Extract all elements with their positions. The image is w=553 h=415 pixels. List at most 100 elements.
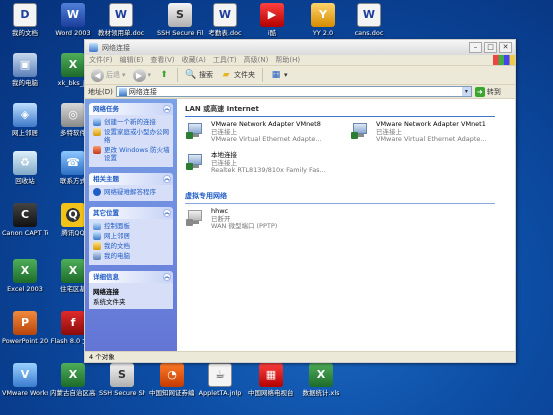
menu-bar: 文件(F) 编辑(E) 查看(V) 收藏(A) 工具(T) 高级(N) 帮助(H… (85, 55, 515, 66)
details-header[interactable]: 详细信息 ︽ (89, 271, 173, 283)
collapse-icon[interactable]: ︽ (163, 175, 171, 183)
place-my-documents[interactable]: 我的文档 (93, 242, 170, 250)
desktop-icon-shuzi[interactable]: X 数据统计.xls (298, 363, 344, 397)
task-label: 设置家庭或小型办公网络 (104, 128, 169, 144)
desktop-icon-label: 回收站 (15, 177, 35, 185)
place-label: 控制面板 (104, 222, 130, 230)
go-arrow-icon: ➜ (474, 86, 485, 97)
address-bar: 地址(D) 网络连接 ▾ ➜ 转到 (85, 85, 515, 99)
window-title: 网络连接 (102, 43, 130, 52)
new-connection-icon (93, 118, 101, 126)
menu-file[interactable]: 文件(F) (89, 55, 113, 65)
desktop-icon-vmware[interactable]: V VMware Workstation (2, 363, 48, 397)
windows-logo-icon (493, 55, 515, 65)
canon-printer-icon: C (13, 203, 37, 227)
desktop-icon-label: 内蒙古自治区高校信息化学... (50, 389, 96, 397)
network-places-icon (93, 232, 101, 240)
my-computer-icon: ▣ (13, 53, 37, 77)
menu-edit[interactable]: 编辑(E) (120, 55, 144, 65)
menu-favorites[interactable]: 收藏(A) (182, 55, 206, 65)
desktop-icon-excel2003[interactable]: X Excel 2003 (2, 259, 48, 293)
word-document-icon: W (213, 3, 237, 27)
task-firewall[interactable]: 更改 Windows 防火墙设置 (93, 146, 170, 162)
desktop-icon-jnlp[interactable]: ☕ AppletTA.jnlp (197, 363, 243, 397)
desktop-icon-label: 考勤表.doc (208, 29, 242, 37)
folders-button[interactable]: ▰ 文件夹 (218, 68, 257, 82)
maximize-button[interactable]: □ (484, 42, 497, 53)
views-button[interactable]: ▦ ▾ (268, 68, 290, 82)
jnlp-file-icon: ☕ (208, 363, 232, 387)
vpn-group-header: 虚拟专用网络 (185, 191, 495, 204)
menu-view[interactable]: 查看(V) (150, 55, 174, 65)
desktop-icon-cbox[interactable]: ▦ 中国网络电视台 CBox网络电视... (248, 363, 294, 397)
menu-advanced[interactable]: 高级(N) (244, 55, 269, 65)
connection-local-area[interactable]: 本地连接 已连接上 Realtek RTL8139/810x Family Fa… (185, 151, 350, 182)
desktop-icon-doc1[interactable]: W 教材领用单.doc (98, 3, 144, 37)
address-input[interactable]: 网络连接 ▾ (115, 86, 472, 97)
desktop-icon-label: Canon CAPT Tools (2, 229, 48, 237)
place-my-computer[interactable]: 我的电脑 (93, 252, 170, 260)
task-home-network[interactable]: 设置家庭或小型办公网络 (93, 128, 170, 144)
desktop-icon-ppt2003[interactable]: P PowerPoint 2003 (2, 311, 48, 345)
desktop-icon-canon[interactable]: C Canon CAPT Tools (2, 203, 48, 237)
network-tasks-header[interactable]: 网络任务 ︽ (89, 103, 173, 115)
desktop-icon-netnb[interactable]: ◈ 网上邻居 (2, 103, 48, 137)
cbox-icon: ▦ (259, 363, 283, 387)
views-icon: ▦ (271, 70, 281, 80)
word-document-icon: W (357, 3, 381, 27)
search-button[interactable]: 🔍 搜索 (183, 68, 215, 82)
go-button[interactable]: ➜ 转到 (474, 86, 501, 97)
go-label: 转到 (486, 87, 501, 96)
title-bar[interactable]: 网络连接 – □ ✕ (85, 40, 515, 55)
up-folder-icon: ⬆ (160, 70, 168, 80)
ssh-file-transfer-icon: S (168, 3, 192, 27)
desktop-icon-recycle[interactable]: ♻ 回收站 (2, 151, 48, 185)
desktop-icon-word2003[interactable]: W Word 2003 (50, 3, 96, 37)
desktop-icon-label: 我的文档 (12, 29, 38, 37)
connection-vmnet1[interactable]: VMware Network Adapter VMnet1 已连接上 VMwar… (350, 120, 515, 151)
up-button[interactable]: ⬆ (156, 68, 172, 82)
desktop-icon-mypc[interactable]: ▣ 我的电脑 (2, 53, 48, 87)
task-label: 创建一个新的连接 (104, 118, 156, 126)
network-connection-icon (350, 121, 372, 141)
menu-tools[interactable]: 工具(T) (213, 55, 237, 65)
other-places-header[interactable]: 其它位置 ︽ (89, 207, 173, 219)
forward-button[interactable]: ▶ ▾ (131, 68, 154, 83)
place-network-neighborhood[interactable]: 网上邻居 (93, 232, 170, 240)
desktop-icon-kugou[interactable]: ▶ i酷 (249, 3, 295, 37)
network-tasks-panel: 网络任务 ︽ 创建一个新的连接 设置家庭或小型办公网络 更改 Windows 防… (89, 103, 173, 167)
home-network-icon (93, 128, 101, 136)
back-arrow-icon: ◀ (91, 68, 104, 82)
task-label: 网络疑难解答程序 (104, 188, 156, 196)
desktop-icon-yy[interactable]: Y YY 2.0 (300, 3, 346, 37)
desktop-icon-label: 教材领用单.doc (98, 29, 144, 37)
excel-document-icon: X (309, 363, 333, 387)
search-label: 搜索 (199, 71, 214, 79)
desktop-icon-xls2[interactable]: X 内蒙古自治区高校信息化学... (50, 363, 96, 397)
connection-vmnet8[interactable]: VMware Network Adapter VMnet8 已连接上 VMwar… (185, 120, 350, 151)
status-bar: 4 个对象 (85, 351, 515, 362)
task-troubleshooter[interactable]: 网络疑难解答程序 (93, 188, 170, 196)
close-button[interactable]: ✕ (499, 42, 512, 53)
address-dropdown-icon[interactable]: ▾ (461, 87, 471, 96)
desktop-icon-sshshell[interactable]: S SSH Secure Shell Client (99, 363, 145, 397)
collapse-icon[interactable]: ︽ (163, 273, 171, 281)
desktop-icon-kaoqin[interactable]: W 考勤表.doc (202, 3, 248, 37)
folder-icon: ▰ (222, 70, 230, 80)
collapse-icon[interactable]: ︽ (163, 105, 171, 113)
task-create-connection[interactable]: 创建一个新的连接 (93, 118, 170, 126)
collapse-icon[interactable]: ︽ (163, 209, 171, 217)
related-topics-header[interactable]: 相关主题 ︽ (89, 173, 173, 185)
desktop-icon-sshft[interactable]: S SSH Secure File Transfer Client (157, 3, 203, 37)
network-places-icon: ◈ (13, 103, 37, 127)
lan-group-header: LAN 或高速 Internet (185, 104, 495, 117)
desktop-icon-cnki[interactable]: ◔ 中国知网证券编 主席V5 (149, 363, 195, 397)
desktop-icon-canshu[interactable]: Wcans.doc (346, 3, 392, 37)
connection-vpn-hhwc[interactable]: hhwc 已断开 WAN 微型端口 (PPTP) (185, 207, 350, 238)
menu-help[interactable]: 帮助(H) (275, 55, 300, 65)
back-button[interactable]: ◀ 后退 ▾ (89, 68, 128, 83)
help-icon (93, 188, 101, 196)
place-control-panel[interactable]: 控制面板 (93, 222, 170, 230)
desktop-icon-mydocs[interactable]: D 我的文档 (2, 3, 48, 37)
minimize-button[interactable]: – (469, 42, 482, 53)
